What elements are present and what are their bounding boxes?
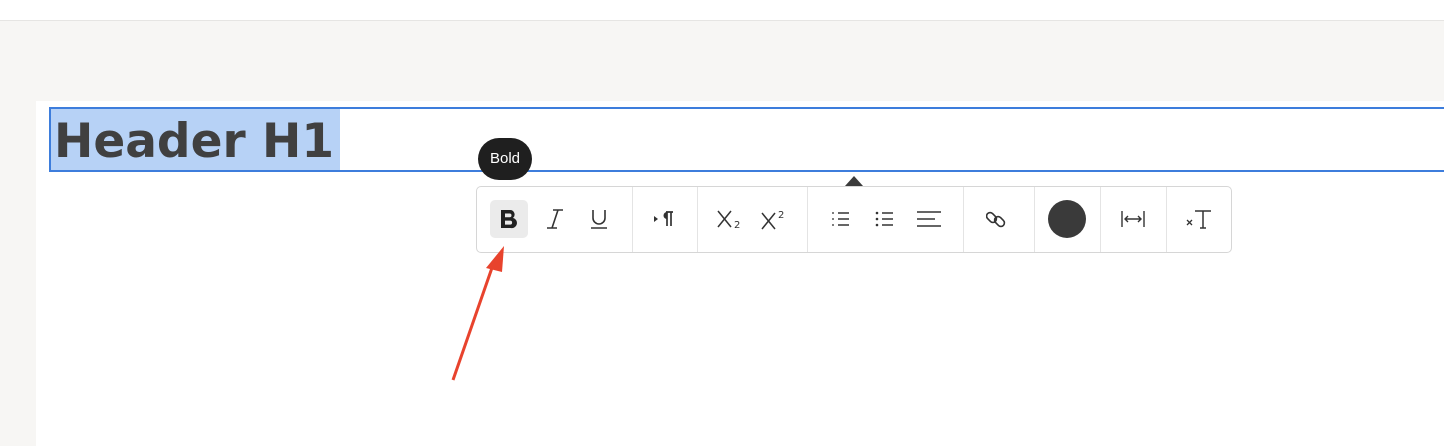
annotation-arrow xyxy=(451,246,504,381)
